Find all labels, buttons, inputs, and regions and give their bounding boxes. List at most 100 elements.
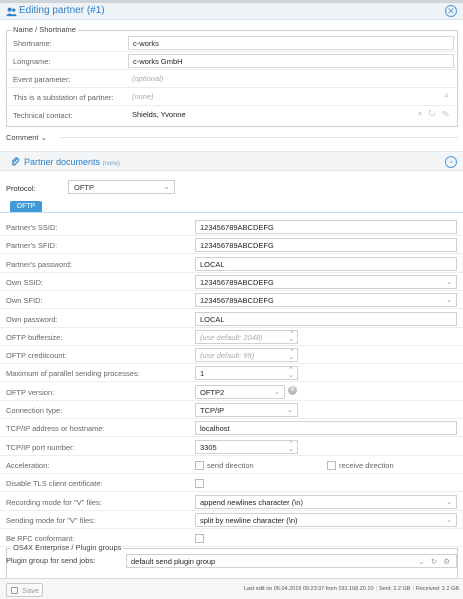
save-button[interactable]: Save <box>6 583 43 597</box>
field-value: 3305 <box>200 442 217 452</box>
field-label: Longname: <box>13 57 51 66</box>
spinner-icon[interactable]: ⌃ ⌄ <box>288 331 294 343</box>
field-label: Own SFID: <box>6 296 43 306</box>
spinner-icon[interactable]: ⌃ ⌄ <box>288 367 294 379</box>
technical-contact-input[interactable]: Shields, Yvonne <box>128 108 454 122</box>
select-input[interactable]: 123456789ABCDEFG ⌄ <box>195 274 457 289</box>
status-text: Last edit on 05.04.2019 09:23:37 from 19… <box>243 586 459 592</box>
text-input[interactable]: 123456789ABCDEFG <box>195 220 457 234</box>
text-input[interactable]: LOCAL <box>195 256 457 271</box>
field-label: Disable TLS client certificate: <box>6 479 103 489</box>
field-label: Sending mode for "V" files: <box>6 515 96 525</box>
number-input[interactable]: 1 ⌃ ⌄ <box>195 366 298 381</box>
field-label: TCP/IP address or hostname: <box>6 424 105 434</box>
checkbox[interactable] <box>327 460 336 470</box>
checkbox[interactable] <box>195 460 204 470</box>
field-value: OFTP2 <box>200 387 225 397</box>
partner-documents-bar[interactable]: Partner documents (none) ⌄ <box>0 151 463 171</box>
field-label: Be RFC conformant: <box>6 534 75 544</box>
select-actions-icons[interactable]: ⌄ ↻ ⚙ <box>419 557 452 566</box>
window-titlebar: Editing partner (#1) ✕ <box>0 3 463 20</box>
text-input[interactable]: 123456789ABCDEFG <box>195 238 457 253</box>
oftp-row: Own SFID: 123456789ABCDEFG ⌄ <box>0 291 463 310</box>
event-parameter-input[interactable]: (optional) <box>128 72 454 86</box>
chevron-down-icon: ⌄ <box>274 388 280 396</box>
chevron-down-icon: ⌄ <box>446 498 452 506</box>
number-input[interactable]: 3305 ⌃ ⌄ <box>195 439 298 454</box>
sent-size: Sent: 2.2 GB <box>378 586 411 592</box>
received-size: Received: 2.2 GB <box>415 586 459 592</box>
field-label: Maximum of parallel sending processes: <box>6 369 140 379</box>
section-legend: OS4X Enterprise / Plugin groups <box>11 543 124 552</box>
oftp-row: Own SSID: 123456789ABCDEFG ⌄ <box>0 273 463 291</box>
select-input[interactable]: 123456789ABCDEFG ⌄ <box>195 293 457 308</box>
event-parameter-row: Event parameter: (optional) <box>7 70 457 88</box>
plugin-group-label: Plugin group for send jobs: <box>6 556 96 565</box>
select-input[interactable]: TCP/IP ⌄ <box>195 403 298 417</box>
oftp-row: Partner's SSID: 123456789ABCDEFG <box>0 218 463 236</box>
field-label: Recording mode for "V" files: <box>6 497 102 507</box>
longname-row: Longname: c-works GmbH <box>7 52 457 70</box>
text-input[interactable]: localhost <box>195 421 457 436</box>
field-label: Own password: <box>6 314 58 324</box>
number-input[interactable]: (use default: 2048) ⌃ ⌄ <box>195 329 298 344</box>
contact-actions-icons[interactable]: ⌕ ↻ ✎ <box>418 109 451 119</box>
documents-count: (none) <box>102 161 120 167</box>
users-icon <box>6 7 17 17</box>
technical-contact-row: Technical contact: Shields, Yvonne ⌕ ↻ ✎ <box>7 106 457 124</box>
field-value: split by newline character (\n) <box>200 515 298 525</box>
field-value: 123456789ABCDEFG <box>200 223 274 232</box>
number-input[interactable]: (use default: 99) ⌃ ⌄ <box>195 348 298 363</box>
field-value: LOCAL <box>200 259 225 269</box>
oftp-row: Disable TLS client certificate: <box>0 474 463 493</box>
field-label: OFTP version: <box>6 387 55 397</box>
chevron-down-icon: ⌄ <box>446 516 452 524</box>
oftp-row: Partner's SFID: 123456789ABCDEFG <box>0 236 463 255</box>
chevron-down-icon[interactable]: ⌄ <box>445 156 457 168</box>
comment-toggle[interactable]: Comment ⌄ <box>6 133 47 142</box>
oftp-row: OFTP creditcount: (use default: 99) ⌃ ⌄ <box>0 346 463 365</box>
shortname-input[interactable]: c-works <box>128 36 454 50</box>
field-label: Shortname: <box>13 39 52 48</box>
name-shortname-section: Name / Shortname Shortname: c-works Long… <box>6 25 458 127</box>
field-label: TCP/IP port number: <box>6 442 75 452</box>
search-icon[interactable]: ⌕ <box>445 91 451 101</box>
field-label: OFTP creditcount: <box>6 351 67 361</box>
field-label: Acceleration: <box>6 460 50 470</box>
checkbox-label: send direction <box>207 460 254 470</box>
oftp-row: OFTP version: OFTP2 ⌄ ⚙ <box>0 383 463 401</box>
spinner-icon[interactable]: ⌃ ⌄ <box>288 349 294 361</box>
select-input[interactable]: OFTP2 ⌄ <box>195 384 285 399</box>
substation-input[interactable]: (none) <box>128 90 454 104</box>
field-label: Partner's password: <box>6 259 73 269</box>
checkbox[interactable] <box>195 534 204 544</box>
plugin-group-value: default send plugin group <box>131 557 216 566</box>
field-label: Connection type: <box>6 406 63 415</box>
oftp-row: Acceleration: send direction receive direc… <box>0 456 463 474</box>
select-input[interactable]: split by newline character (\n) ⌄ <box>195 512 457 527</box>
window-title: Editing partner (#1) <box>19 5 105 16</box>
checkbox[interactable] <box>195 479 204 489</box>
substation-row: This is a substation of partner: (none) … <box>7 88 457 106</box>
text-input[interactable]: LOCAL <box>195 311 457 326</box>
gear-icon[interactable]: ⚙ <box>288 385 297 395</box>
protocol-label: Protocol: <box>6 184 36 193</box>
select-input[interactable]: append newlines character (\n) ⌄ <box>195 494 457 509</box>
plugin-group-select[interactable]: default send plugin group ⌄ ↻ ⚙ <box>126 554 457 568</box>
field-value: 123456789ABCDEFG <box>200 241 274 251</box>
longname-input[interactable]: c-works GmbH <box>128 54 454 68</box>
paperclip-icon <box>11 157 20 166</box>
close-circle-icon[interactable]: ✕ <box>445 5 457 17</box>
oftp-row: OFTP buffersize: (use default: 2048) ⌃ ⌄ <box>0 328 463 346</box>
oftp-row: Sending mode for "V" files: split by newl… <box>0 511 463 529</box>
field-value: 1 <box>200 369 205 379</box>
field-value: localhost <box>200 424 230 434</box>
shortname-row: Shortname: c-works <box>7 34 457 52</box>
documents-title: Partner documents (none) <box>24 157 120 167</box>
protocol-select[interactable]: OFTP ⌄ <box>68 180 175 194</box>
spinner-icon[interactable]: ⌃ ⌄ <box>288 441 294 453</box>
field-label: OFTP buffersize: <box>6 332 63 342</box>
oftp-row: Partner's password: LOCAL <box>0 255 463 273</box>
oftp-row: Maximum of parallel sending processes: 1 ⌃… <box>0 364 463 383</box>
field-label: Own SSID: <box>6 277 44 287</box>
